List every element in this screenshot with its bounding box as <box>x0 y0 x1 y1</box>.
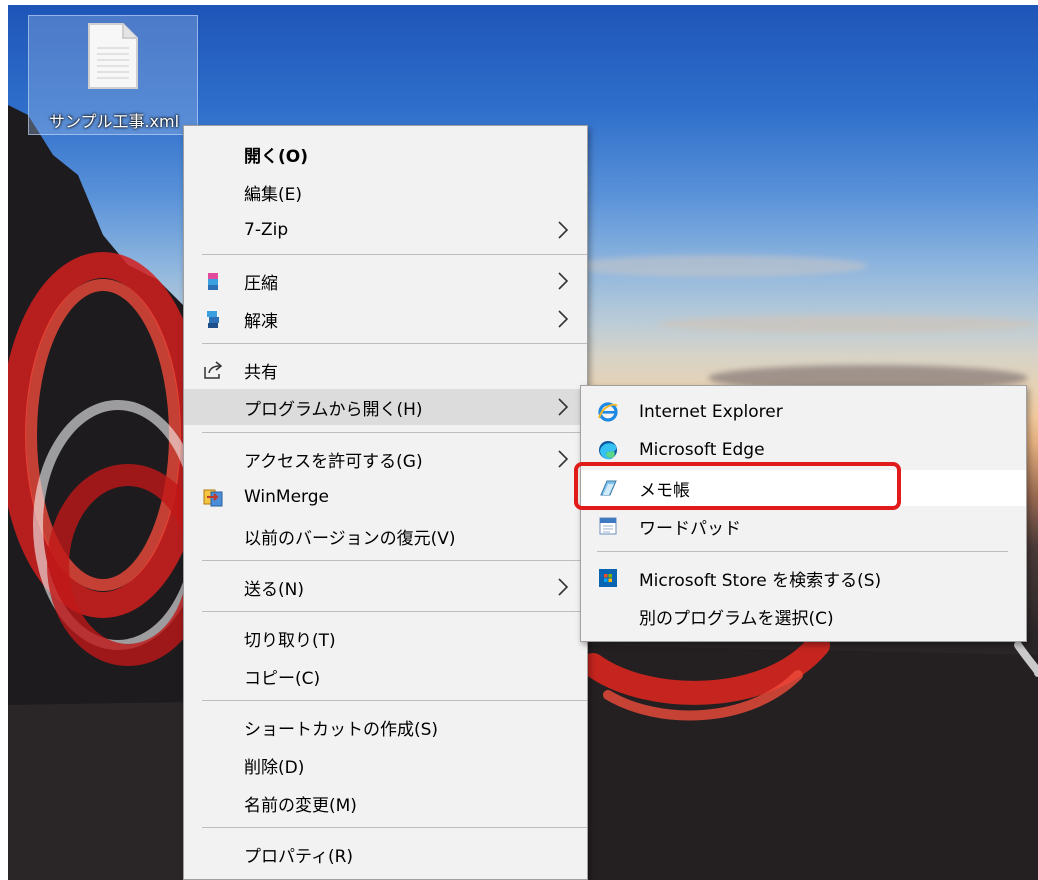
menu-separator <box>202 560 587 561</box>
file-name-label: サンプル工事.xml <box>48 112 180 131</box>
menu-item-cut[interactable]: 切り取り(T) <box>184 620 587 656</box>
menu-item-label: WinMerge <box>244 487 329 507</box>
menu-item-7zip[interactable]: 7-Zip <box>184 212 587 248</box>
submenu-item-label: Microsoft Store を検索する(S) <box>639 570 882 591</box>
highlight-annotation-box <box>574 462 901 510</box>
menu-separator <box>597 551 1008 552</box>
menu-item-winmerge[interactable]: WinMerge <box>184 479 587 515</box>
winmerge-icon <box>203 489 223 507</box>
menu-item-delete[interactable]: 削除(D) <box>184 747 587 783</box>
menu-item-properties[interactable]: プロパティ(R) <box>184 836 587 872</box>
microsoft-store-icon <box>599 569 617 587</box>
menu-item-label: プログラムから開く(H) <box>244 399 423 420</box>
menu-item-label: プロパティ(R) <box>244 846 354 867</box>
menu-item-label: 名前の変更(M) <box>244 795 357 816</box>
menu-item-extract[interactable]: 解凍 <box>184 301 587 337</box>
desktop-file-icon[interactable]: サンプル工事.xml <box>28 15 198 135</box>
menu-item-compress[interactable]: 圧縮 <box>184 263 587 299</box>
menu-item-label: 切り取り(T) <box>244 630 336 651</box>
menu-item-label: 共有 <box>244 362 278 383</box>
share-icon <box>204 361 223 379</box>
menu-item-label: ショートカットの作成(S) <box>244 719 439 740</box>
menu-item-send-to[interactable]: 送る(N) <box>184 569 587 605</box>
menu-separator <box>202 432 587 433</box>
compress-icon <box>208 273 218 290</box>
menu-item-give-access[interactable]: アクセスを許可する(G) <box>184 441 587 477</box>
menu-item-restore-previous[interactable]: 以前のバージョンの復元(V) <box>184 518 587 554</box>
submenu-item-internet-explorer[interactable]: Internet Explorer <box>581 394 1026 430</box>
open-with-submenu: Internet Explorer Microsoft Edge メモ帳 ワード… <box>580 385 1027 642</box>
menu-item-label: 解凍 <box>244 311 278 332</box>
menu-item-label: アクセスを許可する(G) <box>244 451 423 472</box>
wordpad-icon <box>599 517 617 535</box>
menu-item-label: 圧縮 <box>244 273 278 294</box>
extract-icon <box>207 311 219 328</box>
submenu-item-choose-another-app[interactable]: 別のプログラムを選択(C) <box>581 598 1026 634</box>
chevron-right-icon <box>558 578 569 596</box>
submenu-item-label: Microsoft Edge <box>639 440 765 460</box>
context-menu: 開く(O) 編集(E) 7-Zip 圧縮 解凍 共有 プログラムから開く(H) <box>183 125 588 880</box>
submenu-item-label: 別のプログラムを選択(C) <box>639 608 834 629</box>
menu-separator <box>202 611 587 612</box>
menu-separator <box>202 254 587 255</box>
menu-item-open-with[interactable]: プログラムから開く(H) <box>184 389 587 425</box>
internet-explorer-icon <box>598 402 618 422</box>
menu-item-label: 7-Zip <box>244 220 289 240</box>
menu-item-label: 削除(D) <box>244 757 305 778</box>
microsoft-edge-icon <box>599 441 617 460</box>
menu-item-edit[interactable]: 編集(E) <box>184 174 587 210</box>
menu-item-create-shortcut[interactable]: ショートカットの作成(S) <box>184 709 587 745</box>
menu-item-label: 以前のバージョンの復元(V) <box>244 528 456 549</box>
menu-item-open[interactable]: 開く(O) <box>184 136 587 172</box>
menu-item-copy[interactable]: コピー(C) <box>184 658 587 694</box>
menu-separator <box>202 700 587 701</box>
menu-item-label: 編集(E) <box>244 184 303 205</box>
menu-separator <box>202 827 587 828</box>
chevron-right-icon <box>558 398 569 416</box>
chevron-right-icon <box>558 221 569 239</box>
chevron-right-icon <box>558 450 569 468</box>
menu-separator <box>202 343 587 344</box>
submenu-item-microsoft-store[interactable]: Microsoft Store を検索する(S) <box>581 560 1026 596</box>
menu-item-label: コピー(C) <box>244 668 321 689</box>
menu-item-share[interactable]: 共有 <box>184 352 587 388</box>
chevron-right-icon <box>558 310 569 328</box>
chevron-right-icon <box>558 272 569 290</box>
submenu-item-label: Internet Explorer <box>639 402 783 422</box>
submenu-item-wordpad[interactable]: ワードパッド <box>581 508 1026 544</box>
document-icon <box>88 23 138 89</box>
menu-item-rename[interactable]: 名前の変更(M) <box>184 785 587 821</box>
submenu-item-label: ワードパッド <box>639 518 741 539</box>
menu-item-label: 送る(N) <box>244 579 304 600</box>
menu-item-label: 開く(O) <box>244 146 308 167</box>
